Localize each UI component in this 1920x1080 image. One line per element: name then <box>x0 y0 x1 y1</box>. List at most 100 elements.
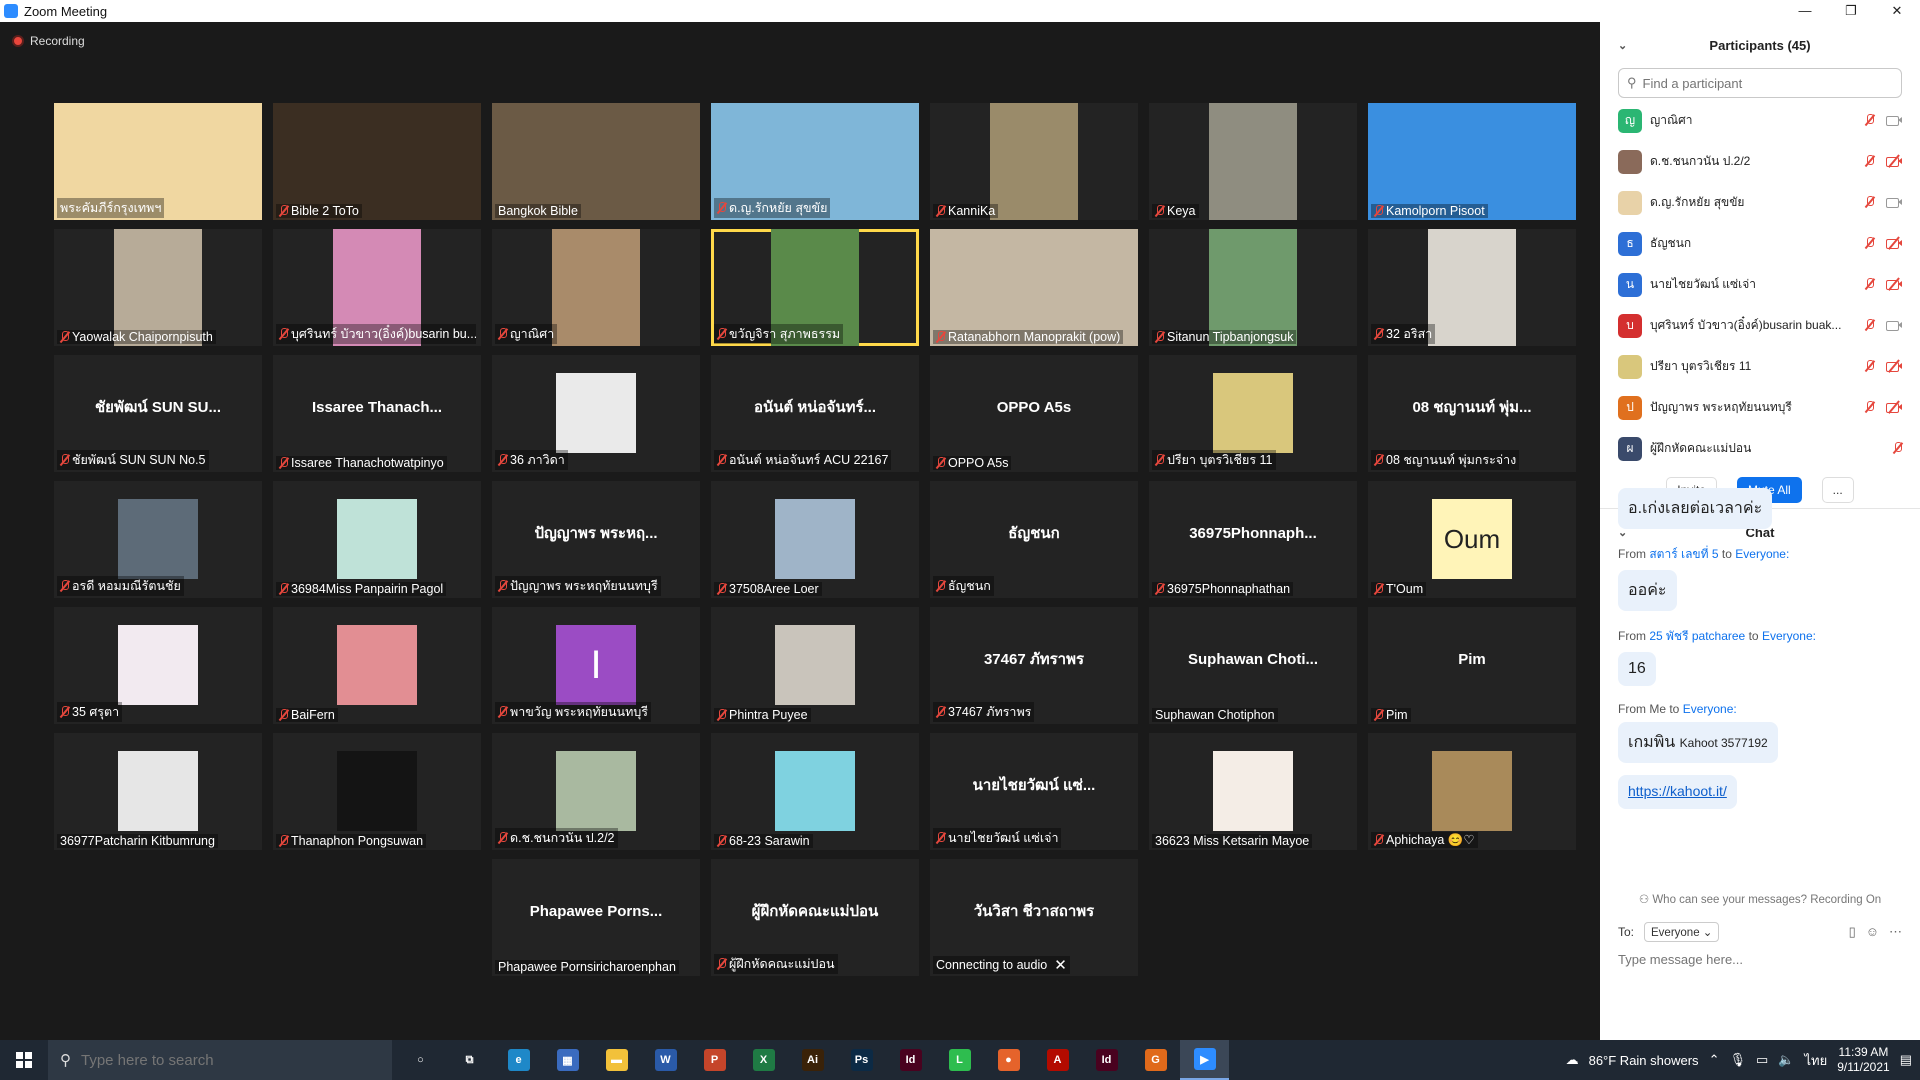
participant-tile[interactable]: ปัญญาพร พระหฤ... ปัญญาพร พระหฤทัยนนทบุรี <box>492 481 700 598</box>
muted-mic-icon[interactable] <box>1865 196 1874 208</box>
file-explorer-icon[interactable]: ▬ <box>592 1040 641 1080</box>
excel-icon[interactable]: X <box>739 1040 788 1080</box>
video-off-icon[interactable] <box>1886 277 1902 291</box>
participant-tile[interactable]: KanniKa <box>930 103 1138 220</box>
microphone-icon[interactable]: 🎙 <box>1729 1052 1746 1068</box>
taskbar-search[interactable]: ⚲ <box>48 1040 392 1080</box>
chevron-up-icon[interactable]: ⌃ <box>1709 1052 1720 1068</box>
participant-tile[interactable]: I พาขวัญ พระหฤทัยนนทบุรี <box>492 607 700 724</box>
participant-tile[interactable]: 08 ชญานนท์ พุ่ม... 08 ชญานนท์ พุ่มกระจ่าง <box>1368 355 1576 472</box>
calculator-icon[interactable]: ▦ <box>543 1040 592 1080</box>
zoom-icon[interactable]: ▶ <box>1180 1040 1229 1080</box>
participant-row[interactable]: ผ ผู้ฝึกหัดคณะแม่ปอน <box>1600 428 1920 469</box>
recording-indicator[interactable]: Recording <box>12 34 85 48</box>
recipient-select[interactable]: Everyone ⌄ <box>1644 922 1720 942</box>
participant-tile[interactable]: พระคัมภีร์กรุงเทพฯ <box>54 103 262 220</box>
edge-icon[interactable]: e <box>494 1040 543 1080</box>
participant-tile[interactable]: Suphawan Choti... Suphawan Chotiphon <box>1149 607 1357 724</box>
clock[interactable]: 11:39 AM 9/11/2021 <box>1837 1045 1890 1075</box>
participant-row[interactable]: บ บุศรินทร์ บัวขาว(อิ๋งค์)busarin buak... <box>1600 305 1920 346</box>
participant-tile[interactable]: ด.ญ.รักหยัย สุขขัย <box>711 103 919 220</box>
participant-tile[interactable]: ปรียา บุตรวิเชียร 11 <box>1149 355 1357 472</box>
video-off-icon[interactable] <box>1886 400 1902 414</box>
photoshop-icon[interactable]: Ps <box>837 1040 886 1080</box>
participant-tile[interactable]: Aphichaya 😊♡ <box>1368 733 1576 850</box>
video-off-icon[interactable] <box>1886 359 1902 373</box>
emoji-icon[interactable]: ☺ <box>1866 924 1879 940</box>
participant-tile[interactable]: 36984Miss Panpairin Pagol <box>273 481 481 598</box>
indesign2-icon[interactable]: Id <box>1082 1040 1131 1080</box>
minimize-button[interactable]: — <box>1782 0 1828 22</box>
collapse-participants-icon[interactable]: ⌄ <box>1618 39 1627 52</box>
participant-row[interactable]: ป ปัญญาพร พระหฤทัยนนทบุรี <box>1600 387 1920 428</box>
language-indicator[interactable]: ไทย <box>1804 1050 1827 1071</box>
video-off-icon[interactable] <box>1886 236 1902 250</box>
muted-mic-icon[interactable] <box>1865 155 1874 167</box>
participant-tile[interactable]: Keya <box>1149 103 1357 220</box>
powerpoint-icon[interactable]: P <box>690 1040 739 1080</box>
start-button[interactable] <box>0 1040 48 1080</box>
muted-mic-icon[interactable] <box>1893 442 1902 454</box>
task-view-icon[interactable]: ⧉ <box>445 1040 494 1080</box>
participant-search[interactable]: ⚲ <box>1618 68 1902 98</box>
participant-tile[interactable]: ญาณิศา <box>492 229 700 346</box>
participant-tile[interactable]: 32 อริสา <box>1368 229 1576 346</box>
muted-mic-icon[interactable] <box>1865 278 1874 290</box>
participant-tile[interactable]: 37508Aree Loer <box>711 481 919 598</box>
participant-tile[interactable]: ชัยพัฒน์ SUN SU... ชัยพัฒน์ SUN SUN No.5 <box>54 355 262 472</box>
participant-tile[interactable]: ผู้ฝึกหัดคณะแม่ปอน ผู้ฝึกหัดคณะแม่ปอน <box>711 859 919 976</box>
participant-tile[interactable]: อรดี หอมมณีรัตนชัย <box>54 481 262 598</box>
illustrator-icon[interactable]: Ai <box>788 1040 837 1080</box>
volume-icon[interactable]: 🔈 <box>1778 1052 1794 1068</box>
line-icon[interactable]: L <box>935 1040 984 1080</box>
firefox-icon[interactable]: ● <box>984 1040 1033 1080</box>
video-icon[interactable] <box>1886 196 1902 208</box>
participant-tile[interactable]: 35 ศรุตา <box>54 607 262 724</box>
muted-mic-icon[interactable] <box>1865 360 1874 372</box>
participant-tile[interactable]: BaiFern <box>273 607 481 724</box>
participant-tile[interactable]: 36 ภาวิดา <box>492 355 700 472</box>
participant-tile[interactable]: OPPO A5s OPPO A5s <box>930 355 1138 472</box>
video-off-icon[interactable] <box>1886 154 1902 168</box>
who-can-see-notice[interactable]: ⚇ Who can see your messages? Recording O… <box>1600 892 1920 906</box>
word-icon[interactable]: W <box>641 1040 690 1080</box>
participant-row[interactable]: ธ ธัญชนก <box>1600 223 1920 264</box>
file-icon[interactable]: ▯ <box>1849 924 1856 940</box>
muted-mic-icon[interactable] <box>1865 319 1874 331</box>
participant-tile[interactable]: 36977Patcharin Kitbumrung <box>54 733 262 850</box>
acrobat-icon[interactable]: A <box>1033 1040 1082 1080</box>
participant-tile[interactable]: ธัญชนก ธัญชนก <box>930 481 1138 598</box>
participant-tile[interactable]: Yaowalak Chaipornpisuth <box>54 229 262 346</box>
participant-tile[interactable]: 36623 Miss Ketsarin Mayoe <box>1149 733 1357 850</box>
participant-tile[interactable]: ขวัญจิรา สุภาพธรรม <box>711 229 919 346</box>
close-window-button[interactable]: ✕ <box>1874 0 1920 22</box>
indesign-icon[interactable]: Id <box>886 1040 935 1080</box>
participant-tile[interactable]: Sitanun Tipbanjongsuk <box>1149 229 1357 346</box>
restore-button[interactable]: ❐ <box>1828 0 1874 22</box>
participant-tile[interactable]: 36975Phonnaph... 36975Phonnaphathan <box>1149 481 1357 598</box>
participant-tile[interactable]: นายไชยวัฒน์ แซ่... นายไชยวัฒน์ แซ่เจ่า <box>930 733 1138 850</box>
participant-tile[interactable]: Bible 2 ToTo <box>273 103 481 220</box>
muted-mic-icon[interactable] <box>1865 237 1874 249</box>
cortana-icon[interactable]: ○ <box>396 1040 445 1080</box>
participant-tile[interactable]: ด.ช.ชนกวนัน ป.2/2 <box>492 733 700 850</box>
participant-tile[interactable]: Oum T'Oum <box>1368 481 1576 598</box>
participant-tile[interactable]: บุศรินทร์ บัวขาว(อิ๋งค์)busarin bu... <box>273 229 481 346</box>
muted-mic-icon[interactable] <box>1865 114 1874 126</box>
kahoot-link[interactable]: https://kahoot.it/ <box>1628 783 1727 799</box>
taskbar-search-input[interactable] <box>81 1051 361 1069</box>
participant-tile[interactable]: วันวิสา ชีวาสถาพร Connecting to audio ✕ <box>930 859 1138 976</box>
muted-mic-icon[interactable] <box>1865 401 1874 413</box>
participant-tile[interactable]: Phapawee Porns... Phapawee Pornsiricharoe… <box>492 859 700 976</box>
participant-tile[interactable]: Phintra Puyee <box>711 607 919 724</box>
grammarly-icon[interactable]: G <box>1131 1040 1180 1080</box>
notifications-icon[interactable]: ▤ <box>1900 1052 1912 1068</box>
participant-row[interactable]: ญ ญาณิศา <box>1600 100 1920 141</box>
participant-row[interactable]: ด.ช.ชนกวนัน ป.2/2 <box>1600 141 1920 182</box>
close-icon[interactable]: ✕ <box>1054 956 1067 974</box>
participant-tile[interactable]: Pim Pim <box>1368 607 1576 724</box>
participant-tile[interactable]: Bangkok Bible <box>492 103 700 220</box>
participant-row[interactable]: ปรียา บุตรวิเชียร 11 <box>1600 346 1920 387</box>
video-icon[interactable] <box>1886 114 1902 126</box>
participant-row[interactable]: ด.ญ.รักหยัย สุขขัย <box>1600 182 1920 223</box>
